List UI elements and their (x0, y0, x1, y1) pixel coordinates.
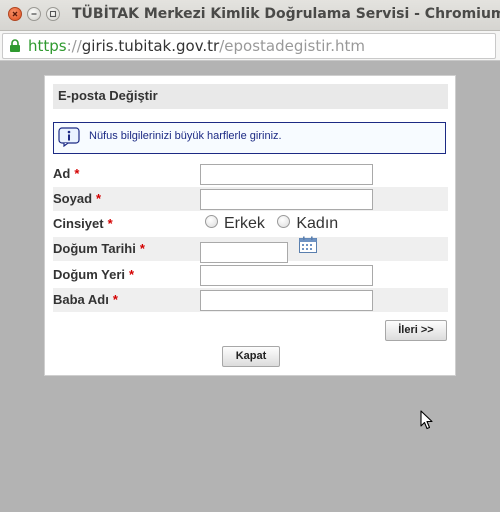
form-row-baba-adi: Baba Adı * (53, 288, 448, 312)
field-label-baba-adi: Baba Adı * (53, 292, 118, 307)
url-path: /epostadegistir.htm (219, 37, 365, 55)
url-scheme: https (28, 37, 67, 55)
next-button[interactable]: İleri >> (385, 320, 447, 341)
dogum-yeri-input[interactable] (200, 265, 373, 286)
radio-option-kadin[interactable]: Kadın (277, 215, 338, 232)
close-button[interactable]: Kapat (222, 346, 280, 367)
radio-label-erkek[interactable]: Erkek (224, 215, 265, 232)
field-label-dogum-yeri: Doğum Yeri * (53, 267, 134, 282)
required-mark: * (129, 267, 135, 282)
url-separator: :// (66, 37, 82, 55)
info-text: Nüfus bilgilerinizi büyük harflerle giri… (89, 130, 282, 142)
form-row-cinsiyet: Cinsiyet * Erkek Kadın (53, 212, 448, 236)
gender-radio-group: Erkek Kadın (205, 215, 346, 233)
form-row-dogum-tarihi: Doğum Tarihi * (53, 236, 448, 263)
radio-erkek[interactable] (205, 215, 218, 229)
required-mark: * (107, 216, 113, 231)
form-row-dogum-yeri: Doğum Yeri * (53, 263, 448, 287)
label-text: Ad (53, 166, 71, 181)
ad-input[interactable] (200, 164, 373, 185)
close-icon (12, 11, 18, 17)
required-mark: * (96, 191, 102, 206)
field-label-cinsiyet: Cinsiyet * (53, 216, 113, 231)
label-text: Cinsiyet (53, 216, 104, 231)
dogum-tarihi-input[interactable] (200, 242, 288, 263)
window-maximize-button[interactable] (46, 7, 60, 21)
label-text: Soyad (53, 191, 93, 206)
calendar-icon[interactable] (299, 236, 317, 253)
window-title: TÜBİTAK Merkezi Kimlik Doğrulama Servisi… (72, 6, 500, 22)
dialog-title: E-posta Değiştir (58, 88, 158, 103)
mouse-cursor-icon (420, 410, 433, 430)
url-field[interactable]: https://giris.tubitak.gov.tr/epostadegis… (2, 33, 496, 59)
field-label-ad: Ad * (53, 166, 79, 181)
lock-icon[interactable] (9, 39, 21, 53)
field-label-soyad: Soyad * (53, 191, 101, 206)
window-minimize-button[interactable] (27, 7, 41, 21)
soyad-input[interactable] (200, 189, 373, 210)
info-icon (58, 127, 80, 147)
address-bar: https://giris.tubitak.gov.tr/epostadegis… (0, 31, 500, 61)
required-mark: * (74, 166, 80, 181)
window-titlebar: TÜBİTAK Merkezi Kimlik Doğrulama Servisi… (0, 0, 500, 31)
info-box: Nüfus bilgilerinizi büyük harflerle giri… (53, 122, 446, 154)
radio-option-erkek[interactable]: Erkek (205, 215, 265, 232)
form-row-ad: Ad * (53, 162, 448, 186)
required-mark: * (112, 292, 118, 307)
radio-label-kadin[interactable]: Kadın (296, 215, 338, 232)
window-close-button[interactable] (8, 7, 22, 21)
url-host: giris.tubitak.gov.tr (81, 37, 220, 55)
maximize-icon (49, 10, 57, 18)
label-text: Baba Adı (53, 292, 109, 307)
radio-kadin[interactable] (277, 215, 291, 229)
field-label-dogum-tarihi: Doğum Tarihi * (53, 241, 145, 256)
label-text: Doğum Yeri (53, 267, 126, 282)
form-row-soyad: Soyad * (53, 187, 448, 211)
required-mark: * (139, 241, 145, 256)
baba-adi-input[interactable] (200, 290, 373, 311)
label-text: Doğum Tarihi (53, 241, 136, 256)
email-change-dialog: E-posta Değiştir Nüfus bilgilerinizi büy… (44, 75, 456, 376)
dialog-header: E-posta Değiştir (53, 84, 448, 109)
url-text: https://giris.tubitak.gov.tr/epostadegis… (28, 37, 365, 55)
minimize-icon (31, 13, 37, 15)
